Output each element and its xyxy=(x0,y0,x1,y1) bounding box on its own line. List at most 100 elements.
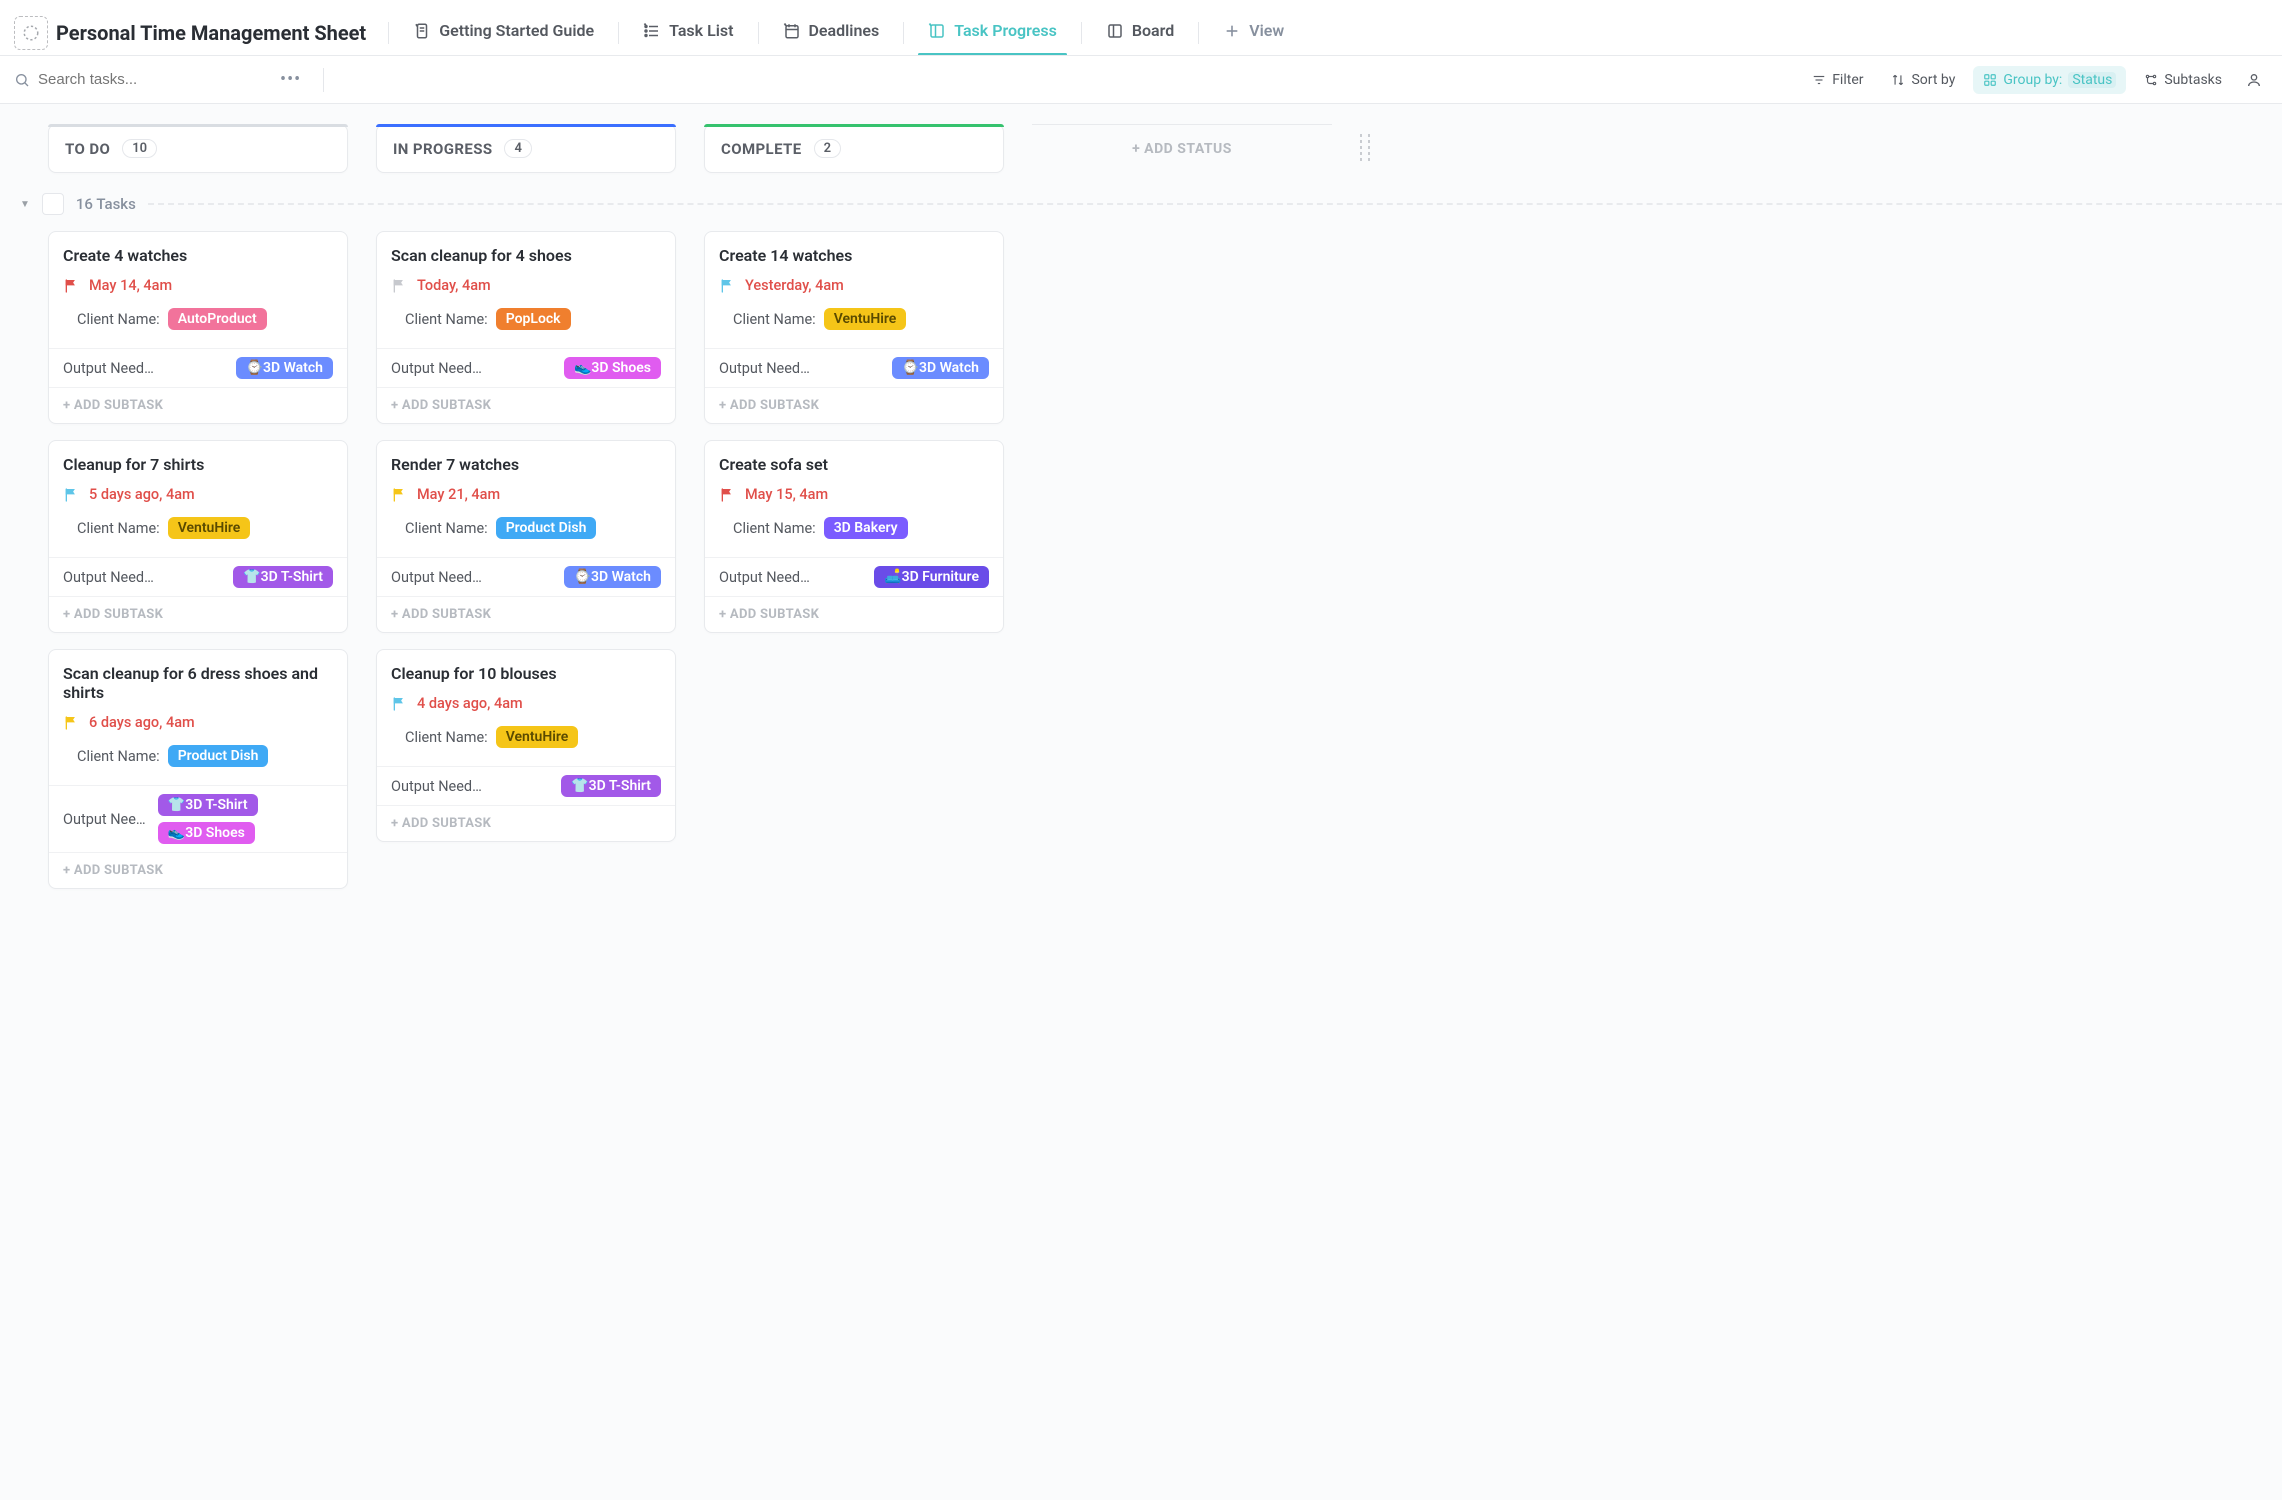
search-icon xyxy=(14,72,30,88)
disclosure-toggle[interactable]: ▼ xyxy=(20,199,30,210)
task-title: Render 7 watches xyxy=(391,455,661,474)
task-card[interactable]: Cleanup for 10 blouses4 days ago, 4amCli… xyxy=(376,649,676,842)
subtasks-label: Subtasks xyxy=(2164,72,2222,88)
separator xyxy=(903,22,904,44)
column-header-inprogress[interactable]: IN PROGRESS 4 xyxy=(376,124,676,173)
add-subtask-button[interactable]: + ADD SUBTASK xyxy=(49,387,347,423)
board-icon xyxy=(1106,22,1124,40)
task-card[interactable]: Scan cleanup for 4 shoesToday, 4amClient… xyxy=(376,231,676,424)
flag-icon[interactable] xyxy=(391,278,407,294)
topbar: Personal Time Management Sheet Getting S… xyxy=(0,0,2282,56)
filter-button[interactable]: Filter xyxy=(1802,66,1873,94)
flag-icon[interactable] xyxy=(719,278,735,294)
flag-icon[interactable] xyxy=(391,487,407,503)
due-date[interactable]: May 21, 4am xyxy=(417,486,500,503)
subtasks-icon xyxy=(2144,73,2158,87)
task-card[interactable]: Render 7 watchesMay 21, 4amClient Name:P… xyxy=(376,440,676,633)
flag-icon[interactable] xyxy=(719,487,735,503)
flag-icon[interactable] xyxy=(63,715,79,731)
task-title: Create 14 watches xyxy=(719,246,989,265)
search-input[interactable] xyxy=(38,71,264,88)
column-name: COMPLETE xyxy=(721,140,802,158)
separator xyxy=(1198,22,1199,44)
tab-deadlines[interactable]: Deadlines xyxy=(769,9,894,56)
group-icon xyxy=(1983,73,1997,87)
due-date[interactable]: 5 days ago, 4am xyxy=(89,486,195,503)
client-tag[interactable]: VentuHire xyxy=(168,517,251,539)
task-card[interactable]: Create sofa setMay 15, 4amClient Name:3D… xyxy=(704,440,1004,633)
task-title: Create sofa set xyxy=(719,455,989,474)
output-tag[interactable]: 👟3D Shoes xyxy=(564,357,661,379)
tab-board[interactable]: Board xyxy=(1092,9,1188,56)
tab-label: Getting Started Guide xyxy=(439,21,594,40)
due-date[interactable]: Today, 4am xyxy=(417,277,491,294)
column-header-complete[interactable]: COMPLETE 2 xyxy=(704,124,1004,173)
flag-icon[interactable] xyxy=(63,487,79,503)
task-card[interactable]: Cleanup for 7 shirts5 days ago, 4amClien… xyxy=(48,440,348,633)
tab-getting-started[interactable]: Getting Started Guide xyxy=(399,9,608,56)
due-date[interactable]: 6 days ago, 4am xyxy=(89,714,195,731)
sort-button[interactable]: Sort by xyxy=(1881,66,1965,94)
overflow-indicator xyxy=(1360,134,1400,164)
client-tag[interactable]: VentuHire xyxy=(824,308,907,330)
client-tag[interactable]: VentuHire xyxy=(496,726,579,748)
task-card[interactable]: Create 14 watchesYesterday, 4amClient Na… xyxy=(704,231,1004,424)
client-label: Client Name: xyxy=(405,729,488,746)
add-status-button[interactable]: + ADD STATUS xyxy=(1032,124,1332,173)
sort-icon xyxy=(1891,73,1905,87)
pin-list-icon xyxy=(643,22,661,40)
output-tag[interactable]: 🛋️3D Furniture xyxy=(874,566,989,588)
groupby-button[interactable]: Group by: Status xyxy=(1973,66,2126,94)
tab-task-progress[interactable]: Task Progress xyxy=(914,9,1071,56)
flag-icon[interactable] xyxy=(63,278,79,294)
output-tag[interactable]: ⌚3D Watch xyxy=(564,566,661,588)
flag-icon[interactable] xyxy=(391,696,407,712)
client-tag[interactable]: Product Dish xyxy=(496,517,597,539)
output-label: Output Needed: xyxy=(63,811,150,828)
column-header-todo[interactable]: TO DO 10 xyxy=(48,124,348,173)
client-tag[interactable]: 3D Bakery xyxy=(824,517,908,539)
add-subtask-button[interactable]: + ADD SUBTASK xyxy=(705,387,1003,423)
column-headers: TO DO 10 IN PROGRESS 4 COMPLETE 2 + ADD … xyxy=(48,124,2282,173)
tab-task-list[interactable]: Task List xyxy=(629,9,747,56)
output-tag[interactable]: 👟3D Shoes xyxy=(158,822,255,844)
output-tags: 👟3D Shoes xyxy=(564,357,661,379)
toolbar: ••• Filter Sort by Group by: Status Subt… xyxy=(0,56,2282,104)
board: TO DO 10 IN PROGRESS 4 COMPLETE 2 + ADD … xyxy=(0,104,2282,1500)
assignee-button[interactable] xyxy=(2240,66,2268,94)
group-chip[interactable] xyxy=(42,193,64,215)
pin-board-icon xyxy=(928,22,946,40)
task-card[interactable]: Scan cleanup for 6 dress shoes and shirt… xyxy=(48,649,348,889)
output-tag[interactable]: 👕3D T-Shirt xyxy=(158,794,258,816)
task-title: Scan cleanup for 4 shoes xyxy=(391,246,661,265)
due-date[interactable]: May 14, 4am xyxy=(89,277,172,294)
due-date[interactable]: 4 days ago, 4am xyxy=(417,695,523,712)
add-subtask-button[interactable]: + ADD SUBTASK xyxy=(377,596,675,632)
add-view-button[interactable]: View xyxy=(1209,9,1298,56)
column-count: 4 xyxy=(504,139,531,158)
output-tag[interactable]: 👕3D T-Shirt xyxy=(233,566,333,588)
add-subtask-button[interactable]: + ADD SUBTASK xyxy=(49,596,347,632)
output-tag[interactable]: 👕3D T-Shirt xyxy=(561,775,661,797)
add-subtask-button[interactable]: + ADD SUBTASK xyxy=(377,387,675,423)
add-subtask-button[interactable]: + ADD SUBTASK xyxy=(377,805,675,841)
client-tag[interactable]: PopLock xyxy=(496,308,571,330)
list-icon[interactable] xyxy=(14,16,48,50)
client-tag[interactable]: Product Dish xyxy=(168,745,269,767)
add-subtask-button[interactable]: + ADD SUBTASK xyxy=(49,852,347,888)
client-label: Client Name: xyxy=(77,311,160,328)
due-date[interactable]: Yesterday, 4am xyxy=(745,277,844,294)
output-tags: ⌚3D Watch xyxy=(564,566,661,588)
due-date[interactable]: May 15, 4am xyxy=(745,486,828,503)
output-tag[interactable]: ⌚3D Watch xyxy=(236,357,333,379)
more-menu[interactable]: ••• xyxy=(272,65,309,94)
output-label: Output Needed: xyxy=(719,569,811,586)
client-tag[interactable]: AutoProduct xyxy=(168,308,267,330)
add-subtask-button[interactable]: + ADD SUBTASK xyxy=(705,596,1003,632)
column-count: 2 xyxy=(814,139,841,158)
output-tags: 👕3D T-Shirt xyxy=(233,566,333,588)
output-tag[interactable]: ⌚3D Watch xyxy=(892,357,989,379)
task-card[interactable]: Create 4 watchesMay 14, 4amClient Name:A… xyxy=(48,231,348,424)
subtasks-button[interactable]: Subtasks xyxy=(2134,66,2232,94)
pin-calendar-icon xyxy=(783,22,801,40)
